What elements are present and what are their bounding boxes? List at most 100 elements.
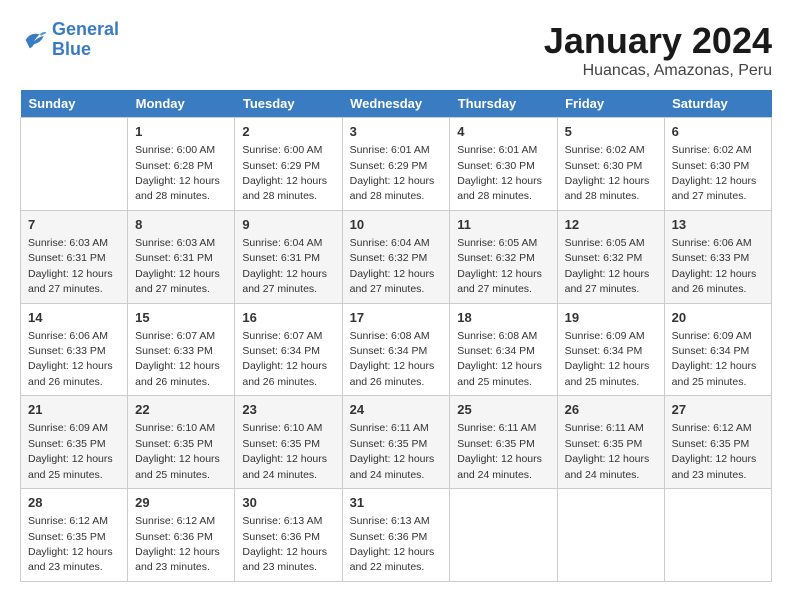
table-row: 10 Sunrise: 6:04 AMSunset: 6:32 PMDaylig… [342, 210, 450, 303]
calendar-week-row: 7 Sunrise: 6:03 AMSunset: 6:31 PMDayligh… [21, 210, 772, 303]
calendar-table: Sunday Monday Tuesday Wednesday Thursday… [20, 90, 772, 582]
table-row [557, 489, 664, 582]
day-number: 5 [565, 123, 657, 141]
table-row: 9 Sunrise: 6:04 AMSunset: 6:31 PMDayligh… [235, 210, 342, 303]
day-number: 28 [28, 494, 120, 512]
day-info: Sunrise: 6:07 AMSunset: 6:33 PMDaylight:… [135, 330, 220, 388]
day-info: Sunrise: 6:11 AMSunset: 6:35 PMDaylight:… [565, 422, 650, 480]
day-number: 20 [672, 309, 764, 327]
table-row: 26 Sunrise: 6:11 AMSunset: 6:35 PMDaylig… [557, 396, 664, 489]
header-sunday: Sunday [21, 90, 128, 118]
day-info: Sunrise: 6:12 AMSunset: 6:35 PMDaylight:… [672, 422, 757, 480]
logo: GeneralBlue [20, 20, 119, 60]
day-number: 16 [242, 309, 334, 327]
day-info: Sunrise: 6:02 AMSunset: 6:30 PMDaylight:… [672, 144, 757, 202]
table-row: 14 Sunrise: 6:06 AMSunset: 6:33 PMDaylig… [21, 303, 128, 396]
day-number: 8 [135, 216, 227, 234]
table-row: 28 Sunrise: 6:12 AMSunset: 6:35 PMDaylig… [21, 489, 128, 582]
day-number: 24 [350, 401, 443, 419]
table-row: 7 Sunrise: 6:03 AMSunset: 6:31 PMDayligh… [21, 210, 128, 303]
day-info: Sunrise: 6:11 AMSunset: 6:35 PMDaylight:… [350, 422, 435, 480]
day-info: Sunrise: 6:00 AMSunset: 6:28 PMDaylight:… [135, 144, 220, 202]
day-number: 7 [28, 216, 120, 234]
table-row: 24 Sunrise: 6:11 AMSunset: 6:35 PMDaylig… [342, 396, 450, 489]
calendar-subtitle: Huancas, Amazonas, Peru [544, 62, 772, 80]
calendar-week-row: 1 Sunrise: 6:00 AMSunset: 6:28 PMDayligh… [21, 118, 772, 211]
day-number: 18 [457, 309, 549, 327]
table-row: 22 Sunrise: 6:10 AMSunset: 6:35 PMDaylig… [128, 396, 235, 489]
day-number: 15 [135, 309, 227, 327]
day-number: 12 [565, 216, 657, 234]
table-row: 18 Sunrise: 6:08 AMSunset: 6:34 PMDaylig… [450, 303, 557, 396]
day-number: 23 [242, 401, 334, 419]
header-tuesday: Tuesday [235, 90, 342, 118]
day-info: Sunrise: 6:12 AMSunset: 6:36 PMDaylight:… [135, 515, 220, 573]
day-info: Sunrise: 6:01 AMSunset: 6:30 PMDaylight:… [457, 144, 542, 202]
day-info: Sunrise: 6:07 AMSunset: 6:34 PMDaylight:… [242, 330, 327, 388]
day-info: Sunrise: 6:04 AMSunset: 6:32 PMDaylight:… [350, 237, 435, 295]
table-row: 25 Sunrise: 6:11 AMSunset: 6:35 PMDaylig… [450, 396, 557, 489]
table-row: 6 Sunrise: 6:02 AMSunset: 6:30 PMDayligh… [664, 118, 771, 211]
logo-bird-icon [20, 26, 48, 54]
day-number: 30 [242, 494, 334, 512]
table-row: 31 Sunrise: 6:13 AMSunset: 6:36 PMDaylig… [342, 489, 450, 582]
day-number: 29 [135, 494, 227, 512]
table-row: 19 Sunrise: 6:09 AMSunset: 6:34 PMDaylig… [557, 303, 664, 396]
day-number: 3 [350, 123, 443, 141]
day-number: 31 [350, 494, 443, 512]
day-info: Sunrise: 6:03 AMSunset: 6:31 PMDaylight:… [135, 237, 220, 295]
table-row: 3 Sunrise: 6:01 AMSunset: 6:29 PMDayligh… [342, 118, 450, 211]
calendar-title: January 2024 [544, 20, 772, 62]
table-row: 2 Sunrise: 6:00 AMSunset: 6:29 PMDayligh… [235, 118, 342, 211]
calendar-week-row: 21 Sunrise: 6:09 AMSunset: 6:35 PMDaylig… [21, 396, 772, 489]
table-row: 15 Sunrise: 6:07 AMSunset: 6:33 PMDaylig… [128, 303, 235, 396]
day-number: 9 [242, 216, 334, 234]
table-row: 8 Sunrise: 6:03 AMSunset: 6:31 PMDayligh… [128, 210, 235, 303]
table-row [664, 489, 771, 582]
day-number: 25 [457, 401, 549, 419]
table-row: 17 Sunrise: 6:08 AMSunset: 6:34 PMDaylig… [342, 303, 450, 396]
day-info: Sunrise: 6:09 AMSunset: 6:35 PMDaylight:… [28, 422, 113, 480]
day-number: 11 [457, 216, 549, 234]
calendar-week-row: 14 Sunrise: 6:06 AMSunset: 6:33 PMDaylig… [21, 303, 772, 396]
day-number: 2 [242, 123, 334, 141]
table-row: 20 Sunrise: 6:09 AMSunset: 6:34 PMDaylig… [664, 303, 771, 396]
table-row [21, 118, 128, 211]
table-row: 4 Sunrise: 6:01 AMSunset: 6:30 PMDayligh… [450, 118, 557, 211]
calendar-header-row: Sunday Monday Tuesday Wednesday Thursday… [21, 90, 772, 118]
day-number: 4 [457, 123, 549, 141]
table-row: 27 Sunrise: 6:12 AMSunset: 6:35 PMDaylig… [664, 396, 771, 489]
day-info: Sunrise: 6:08 AMSunset: 6:34 PMDaylight:… [350, 330, 435, 388]
header-monday: Monday [128, 90, 235, 118]
day-info: Sunrise: 6:11 AMSunset: 6:35 PMDaylight:… [457, 422, 542, 480]
page-header: GeneralBlue January 2024 Huancas, Amazon… [20, 20, 772, 80]
day-number: 21 [28, 401, 120, 419]
header-wednesday: Wednesday [342, 90, 450, 118]
day-number: 6 [672, 123, 764, 141]
table-row [450, 489, 557, 582]
day-info: Sunrise: 6:12 AMSunset: 6:35 PMDaylight:… [28, 515, 113, 573]
table-row: 29 Sunrise: 6:12 AMSunset: 6:36 PMDaylig… [128, 489, 235, 582]
logo-text: GeneralBlue [52, 20, 119, 60]
day-number: 1 [135, 123, 227, 141]
table-row: 16 Sunrise: 6:07 AMSunset: 6:34 PMDaylig… [235, 303, 342, 396]
day-number: 14 [28, 309, 120, 327]
day-info: Sunrise: 6:09 AMSunset: 6:34 PMDaylight:… [565, 330, 650, 388]
day-info: Sunrise: 6:08 AMSunset: 6:34 PMDaylight:… [457, 330, 542, 388]
day-info: Sunrise: 6:13 AMSunset: 6:36 PMDaylight:… [350, 515, 435, 573]
day-info: Sunrise: 6:05 AMSunset: 6:32 PMDaylight:… [457, 237, 542, 295]
day-info: Sunrise: 6:10 AMSunset: 6:35 PMDaylight:… [135, 422, 220, 480]
table-row: 1 Sunrise: 6:00 AMSunset: 6:28 PMDayligh… [128, 118, 235, 211]
header-friday: Friday [557, 90, 664, 118]
table-row: 11 Sunrise: 6:05 AMSunset: 6:32 PMDaylig… [450, 210, 557, 303]
day-info: Sunrise: 6:06 AMSunset: 6:33 PMDaylight:… [28, 330, 113, 388]
day-info: Sunrise: 6:06 AMSunset: 6:33 PMDaylight:… [672, 237, 757, 295]
day-number: 26 [565, 401, 657, 419]
day-number: 27 [672, 401, 764, 419]
title-section: January 2024 Huancas, Amazonas, Peru [544, 20, 772, 80]
day-info: Sunrise: 6:10 AMSunset: 6:35 PMDaylight:… [242, 422, 327, 480]
day-info: Sunrise: 6:03 AMSunset: 6:31 PMDaylight:… [28, 237, 113, 295]
day-info: Sunrise: 6:09 AMSunset: 6:34 PMDaylight:… [672, 330, 757, 388]
calendar-week-row: 28 Sunrise: 6:12 AMSunset: 6:35 PMDaylig… [21, 489, 772, 582]
header-saturday: Saturday [664, 90, 771, 118]
